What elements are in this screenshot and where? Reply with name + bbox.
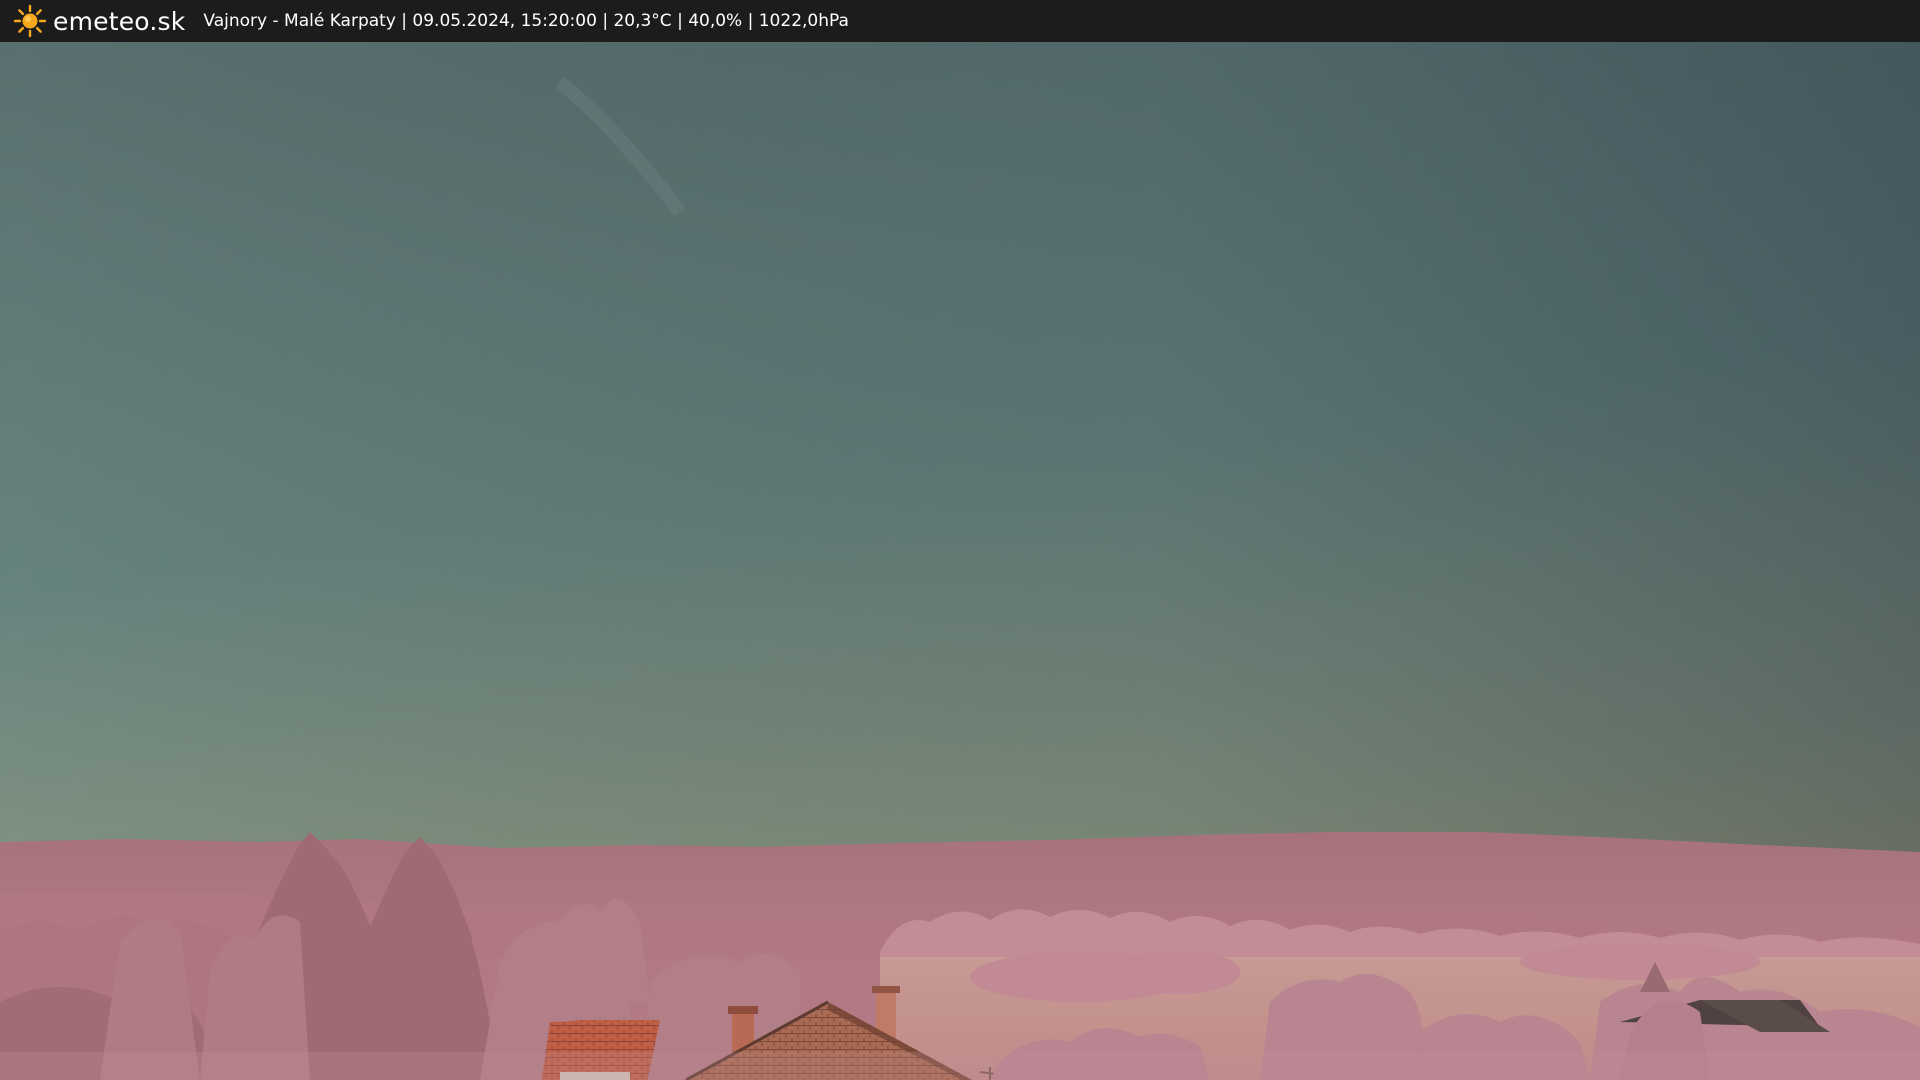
webcam-caption-bar: emeteo.sk Vajnory - Malé Karpaty | 09.05… (0, 0, 1920, 42)
webcam-image (0, 42, 1920, 1080)
sun-icon (13, 4, 47, 38)
station-caption: Vajnory - Malé Karpaty | 09.05.2024, 15:… (203, 11, 849, 31)
webcam-frame: emeteo.sk Vajnory - Malé Karpaty | 09.05… (0, 0, 1920, 1080)
brand-name[interactable]: emeteo.sk (53, 7, 185, 36)
